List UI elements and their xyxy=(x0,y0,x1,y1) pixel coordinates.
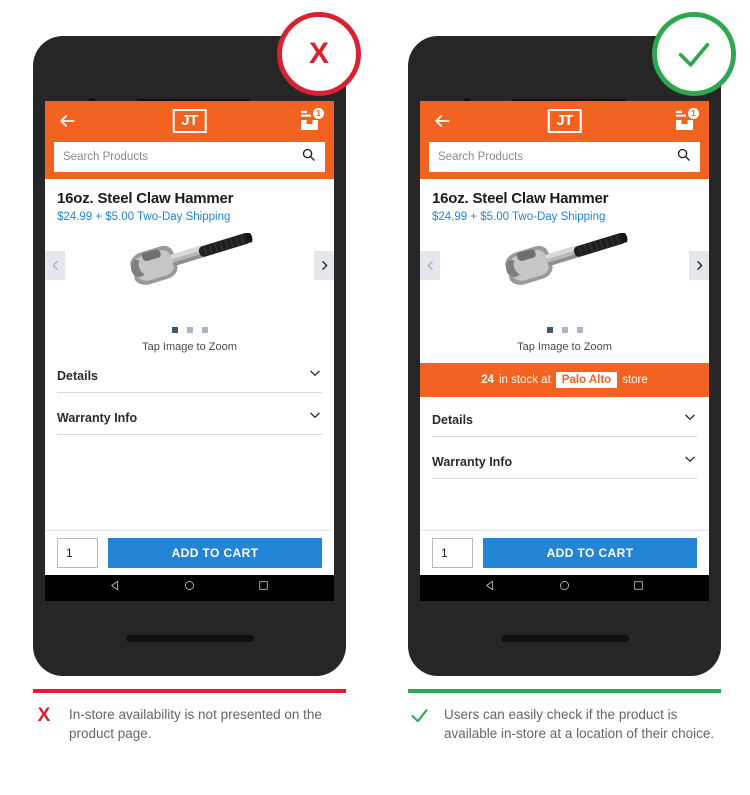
android-back-icon[interactable] xyxy=(484,579,497,597)
app-bar: JT 1 xyxy=(45,101,334,140)
add-to-cart-bar: 1 ADD TO CART xyxy=(420,531,709,575)
accordion-label: Details xyxy=(57,368,98,383)
phone-mockup-bad: JT 1 Search Products 16oz. Steel Claw Ha… xyxy=(33,36,346,676)
search-placeholder: Search Products xyxy=(63,151,149,163)
zoom-hint-label: Tap Image to Zoom xyxy=(517,341,612,353)
accordion-details[interactable]: Details xyxy=(57,366,322,393)
accordion-warranty[interactable]: Warranty Info xyxy=(432,452,697,479)
x-circle-icon: X xyxy=(277,12,361,96)
add-to-cart-bar: 1 ADD TO CART xyxy=(45,531,334,575)
app-bar: JT 1 xyxy=(420,101,709,140)
phone-chin-bar xyxy=(501,635,629,642)
stock-text-before: in stock at xyxy=(499,374,551,386)
stock-quantity: 24 xyxy=(481,374,494,386)
claw-hammer-image[interactable] xyxy=(107,232,272,310)
chevron-down-icon[interactable] xyxy=(683,410,697,429)
product-price-line: $24.99 + $5.00 Two-Day Shipping xyxy=(432,211,606,223)
caption-check-icon xyxy=(408,705,430,743)
carousel-dot[interactable] xyxy=(546,327,553,333)
store-name-pill[interactable]: Palo Alto xyxy=(555,372,618,388)
android-recents-icon[interactable] xyxy=(257,579,270,597)
search-input[interactable]: Search Products xyxy=(429,142,700,172)
shopping-cart-icon[interactable]: 1 xyxy=(674,108,699,132)
carousel-dots[interactable] xyxy=(45,327,334,333)
accordion-list-bad: Details Warranty Info xyxy=(57,353,322,435)
product-content-good: 16oz. Steel Claw Hammer $24.99 + $5.00 T… xyxy=(420,179,709,575)
carousel-dot[interactable] xyxy=(561,327,568,333)
search-input[interactable]: Search Products xyxy=(54,142,325,172)
bad-example-panel: JT 1 Search Products 16oz. Steel Claw Ha… xyxy=(0,0,375,795)
bad-divider-rule xyxy=(33,689,346,693)
accordion-label: Warranty Info xyxy=(57,410,138,425)
phone-chin-bar xyxy=(126,635,254,642)
chevron-down-icon[interactable] xyxy=(683,452,697,471)
phone-screen-good: JT 1 Search Products 16oz. Steel Claw Ha… xyxy=(420,101,709,601)
accordion-label: Warranty Info xyxy=(432,454,513,469)
product-title: 16oz. Steel Claw Hammer xyxy=(432,190,609,207)
accordion-label: Details xyxy=(432,412,473,427)
android-back-icon[interactable] xyxy=(109,579,122,597)
search-icon[interactable] xyxy=(301,147,316,167)
back-arrow-icon[interactable] xyxy=(432,111,452,131)
claw-hammer-image[interactable] xyxy=(482,232,647,310)
carousel-prev-button[interactable] xyxy=(420,251,440,280)
zoom-hint-label: Tap Image to Zoom xyxy=(142,341,237,353)
brand-logo[interactable]: JT xyxy=(172,109,207,133)
carousel-dot[interactable] xyxy=(576,327,583,333)
good-divider-rule xyxy=(408,689,721,693)
comparison-figure: JT 1 Search Products 16oz. Steel Claw Ha… xyxy=(0,0,750,795)
cart-count-badge: 1 xyxy=(688,108,699,119)
android-nav-bar xyxy=(420,575,709,601)
android-home-icon[interactable] xyxy=(558,579,571,597)
chevron-down-icon[interactable] xyxy=(308,366,322,385)
search-placeholder: Search Products xyxy=(438,151,524,163)
back-arrow-icon[interactable] xyxy=(57,111,77,131)
phone-screen-bad: JT 1 Search Products 16oz. Steel Claw Ha… xyxy=(45,101,334,601)
stock-text-after: store xyxy=(622,374,648,386)
chevron-down-icon[interactable] xyxy=(308,408,322,427)
carousel-dot[interactable] xyxy=(201,327,208,333)
product-content-bad: 16oz. Steel Claw Hammer $24.99 + $5.00 T… xyxy=(45,179,334,575)
search-icon[interactable] xyxy=(676,147,691,167)
phone-mockup-good: JT 1 Search Products 16oz. Steel Claw Ha… xyxy=(408,36,721,676)
product-image-carousel[interactable] xyxy=(45,229,334,337)
android-nav-bar xyxy=(45,575,334,601)
brand-logo[interactable]: JT xyxy=(547,109,582,133)
good-caption: Users can easily check if the product is… xyxy=(408,705,728,743)
bad-caption: X In-store availability is not presented… xyxy=(33,705,353,743)
product-image-carousel[interactable] xyxy=(420,229,709,337)
add-to-cart-button[interactable]: ADD TO CART xyxy=(108,538,322,568)
caption-x-icon: X xyxy=(33,705,55,743)
quantity-input[interactable]: 1 xyxy=(432,538,473,568)
quantity-input[interactable]: 1 xyxy=(57,538,98,568)
accordion-warranty[interactable]: Warranty Info xyxy=(57,408,322,435)
badge-x-symbol: X xyxy=(308,37,329,70)
shopping-cart-icon[interactable]: 1 xyxy=(299,108,324,132)
carousel-dot[interactable] xyxy=(186,327,193,333)
carousel-dots[interactable] xyxy=(420,327,709,333)
check-circle-icon xyxy=(652,12,736,96)
carousel-dot[interactable] xyxy=(171,327,178,333)
android-recents-icon[interactable] xyxy=(632,579,645,597)
accordion-list-good: Details Warranty Info xyxy=(432,397,697,479)
good-example-panel: JT 1 Search Products 16oz. Steel Claw Ha… xyxy=(375,0,750,795)
product-title: 16oz. Steel Claw Hammer xyxy=(57,190,234,207)
search-bar-container: Search Products xyxy=(45,140,334,179)
accordion-details[interactable]: Details xyxy=(432,410,697,437)
carousel-prev-button[interactable] xyxy=(45,251,65,280)
caption-text: Users can easily check if the product is… xyxy=(444,707,715,741)
cart-count-badge: 1 xyxy=(313,108,324,119)
search-bar-container: Search Products xyxy=(420,140,709,179)
carousel-next-button[interactable] xyxy=(314,251,334,280)
product-price-line: $24.99 + $5.00 Two-Day Shipping xyxy=(57,211,231,223)
carousel-next-button[interactable] xyxy=(689,251,709,280)
android-home-icon[interactable] xyxy=(183,579,196,597)
caption-text: In-store availability is not presented o… xyxy=(69,707,322,741)
in-store-availability-banner[interactable]: 24 in stock at Palo Alto store xyxy=(420,363,709,397)
add-to-cart-button[interactable]: ADD TO CART xyxy=(483,538,697,568)
caption-x-symbol: X xyxy=(37,705,51,726)
